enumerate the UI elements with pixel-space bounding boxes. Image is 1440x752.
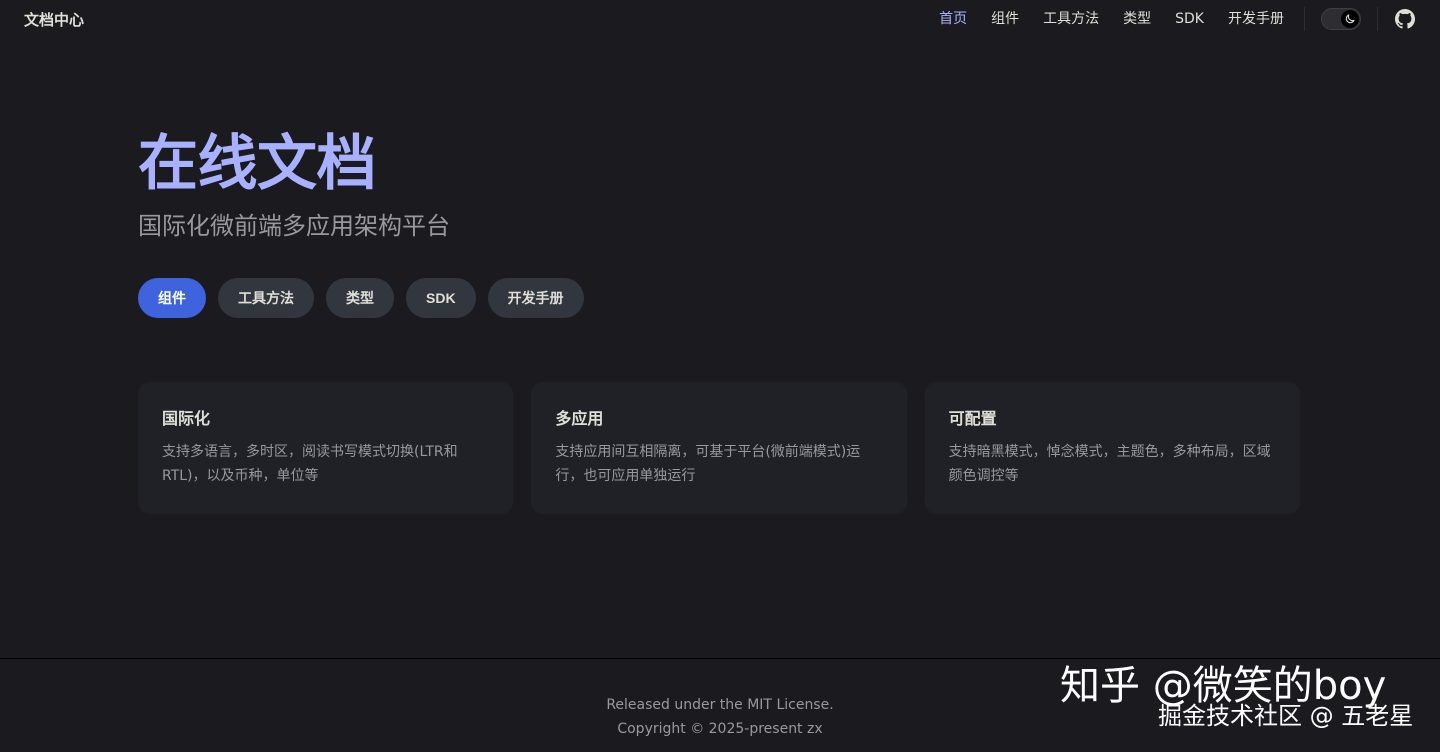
watermark-sub: 掘金技术社区 @ 五老星: [1158, 702, 1414, 730]
types-button[interactable]: 类型: [326, 278, 394, 318]
feature-card-multi-app: 多应用 支持应用间互相隔离，可基于平台(微前端模式)运行，也可应用单独运行: [531, 382, 907, 514]
hero-actions: 组件 工具方法 类型 SDK 开发手册: [138, 278, 1298, 318]
nav-right: 首页 组件 工具方法 类型 SDK 开发手册: [927, 0, 1416, 38]
feature-title: 多应用: [555, 409, 604, 428]
nav-link-components[interactable]: 组件: [979, 0, 1031, 38]
footer-copyright: Copyright © 2025-present zx: [617, 721, 823, 737]
nav-links: 首页 组件 工具方法 类型 SDK 开发手册: [927, 0, 1296, 38]
components-button[interactable]: 组件: [138, 278, 206, 318]
feature-details: 支持多语言，多时区，阅读书写模式切换(LTR和RTL)，以及币种，单位等: [162, 444, 458, 484]
feature-title: 可配置: [948, 409, 997, 428]
feature-details: 支持应用间互相隔离，可基于平台(微前端模式)运行，也可应用单独运行: [555, 444, 861, 484]
nav-link-utils[interactable]: 工具方法: [1031, 0, 1111, 38]
feature-title: 国际化: [162, 409, 211, 428]
feature-details: 支持暗黑模式，悼念模式，主题色，多种布局，区域颜色调控等: [948, 444, 1271, 484]
watermark: 知乎 @微笑的boy 掘金技术社区 @ 五老星: [1060, 660, 1430, 740]
nav-link-types[interactable]: 类型: [1111, 0, 1163, 38]
nav-divider-2: [1377, 7, 1378, 31]
nav-link-dev-guide[interactable]: 开发手册: [1216, 0, 1296, 38]
hero-tagline: 国际化微前端多应用架构平台: [138, 212, 450, 240]
nav-divider: [1304, 7, 1305, 31]
theme-toggle[interactable]: [1321, 8, 1361, 30]
hero: 在线文档 国际化微前端多应用架构平台 组件 工具方法 类型 SDK 开发手册: [138, 126, 1298, 318]
moon-icon: [1341, 10, 1359, 28]
top-nav: 文档中心 首页 组件 工具方法 类型 SDK 开发手册: [0, 0, 1440, 38]
feature-card-i18n: 国际化 支持多语言，多时区，阅读书写模式切换(LTR和RTL)，以及币种，单位等: [138, 382, 514, 514]
utils-button[interactable]: 工具方法: [218, 278, 314, 318]
nav-link-home[interactable]: 首页: [927, 0, 979, 38]
page: 文档中心 首页 组件 工具方法 类型 SDK 开发手册 在线文档 国际化微前端多…: [0, 0, 1440, 752]
footer-message: Released under the MIT License.: [606, 697, 834, 713]
features: 国际化 支持多语言，多时区，阅读书写模式切换(LTR和RTL)，以及币种，单位等…: [138, 382, 1300, 514]
nav-link-sdk[interactable]: SDK: [1163, 0, 1216, 38]
github-icon[interactable]: [1394, 8, 1416, 30]
hero-title: 在线文档: [138, 129, 377, 199]
sdk-button[interactable]: SDK: [406, 278, 476, 318]
dev-guide-button[interactable]: 开发手册: [487, 278, 584, 318]
feature-card-configurable: 可配置 支持暗黑模式，悼念模式，主题色，多种布局，区域颜色调控等: [924, 382, 1300, 514]
site-title[interactable]: 文档中心: [24, 9, 84, 30]
